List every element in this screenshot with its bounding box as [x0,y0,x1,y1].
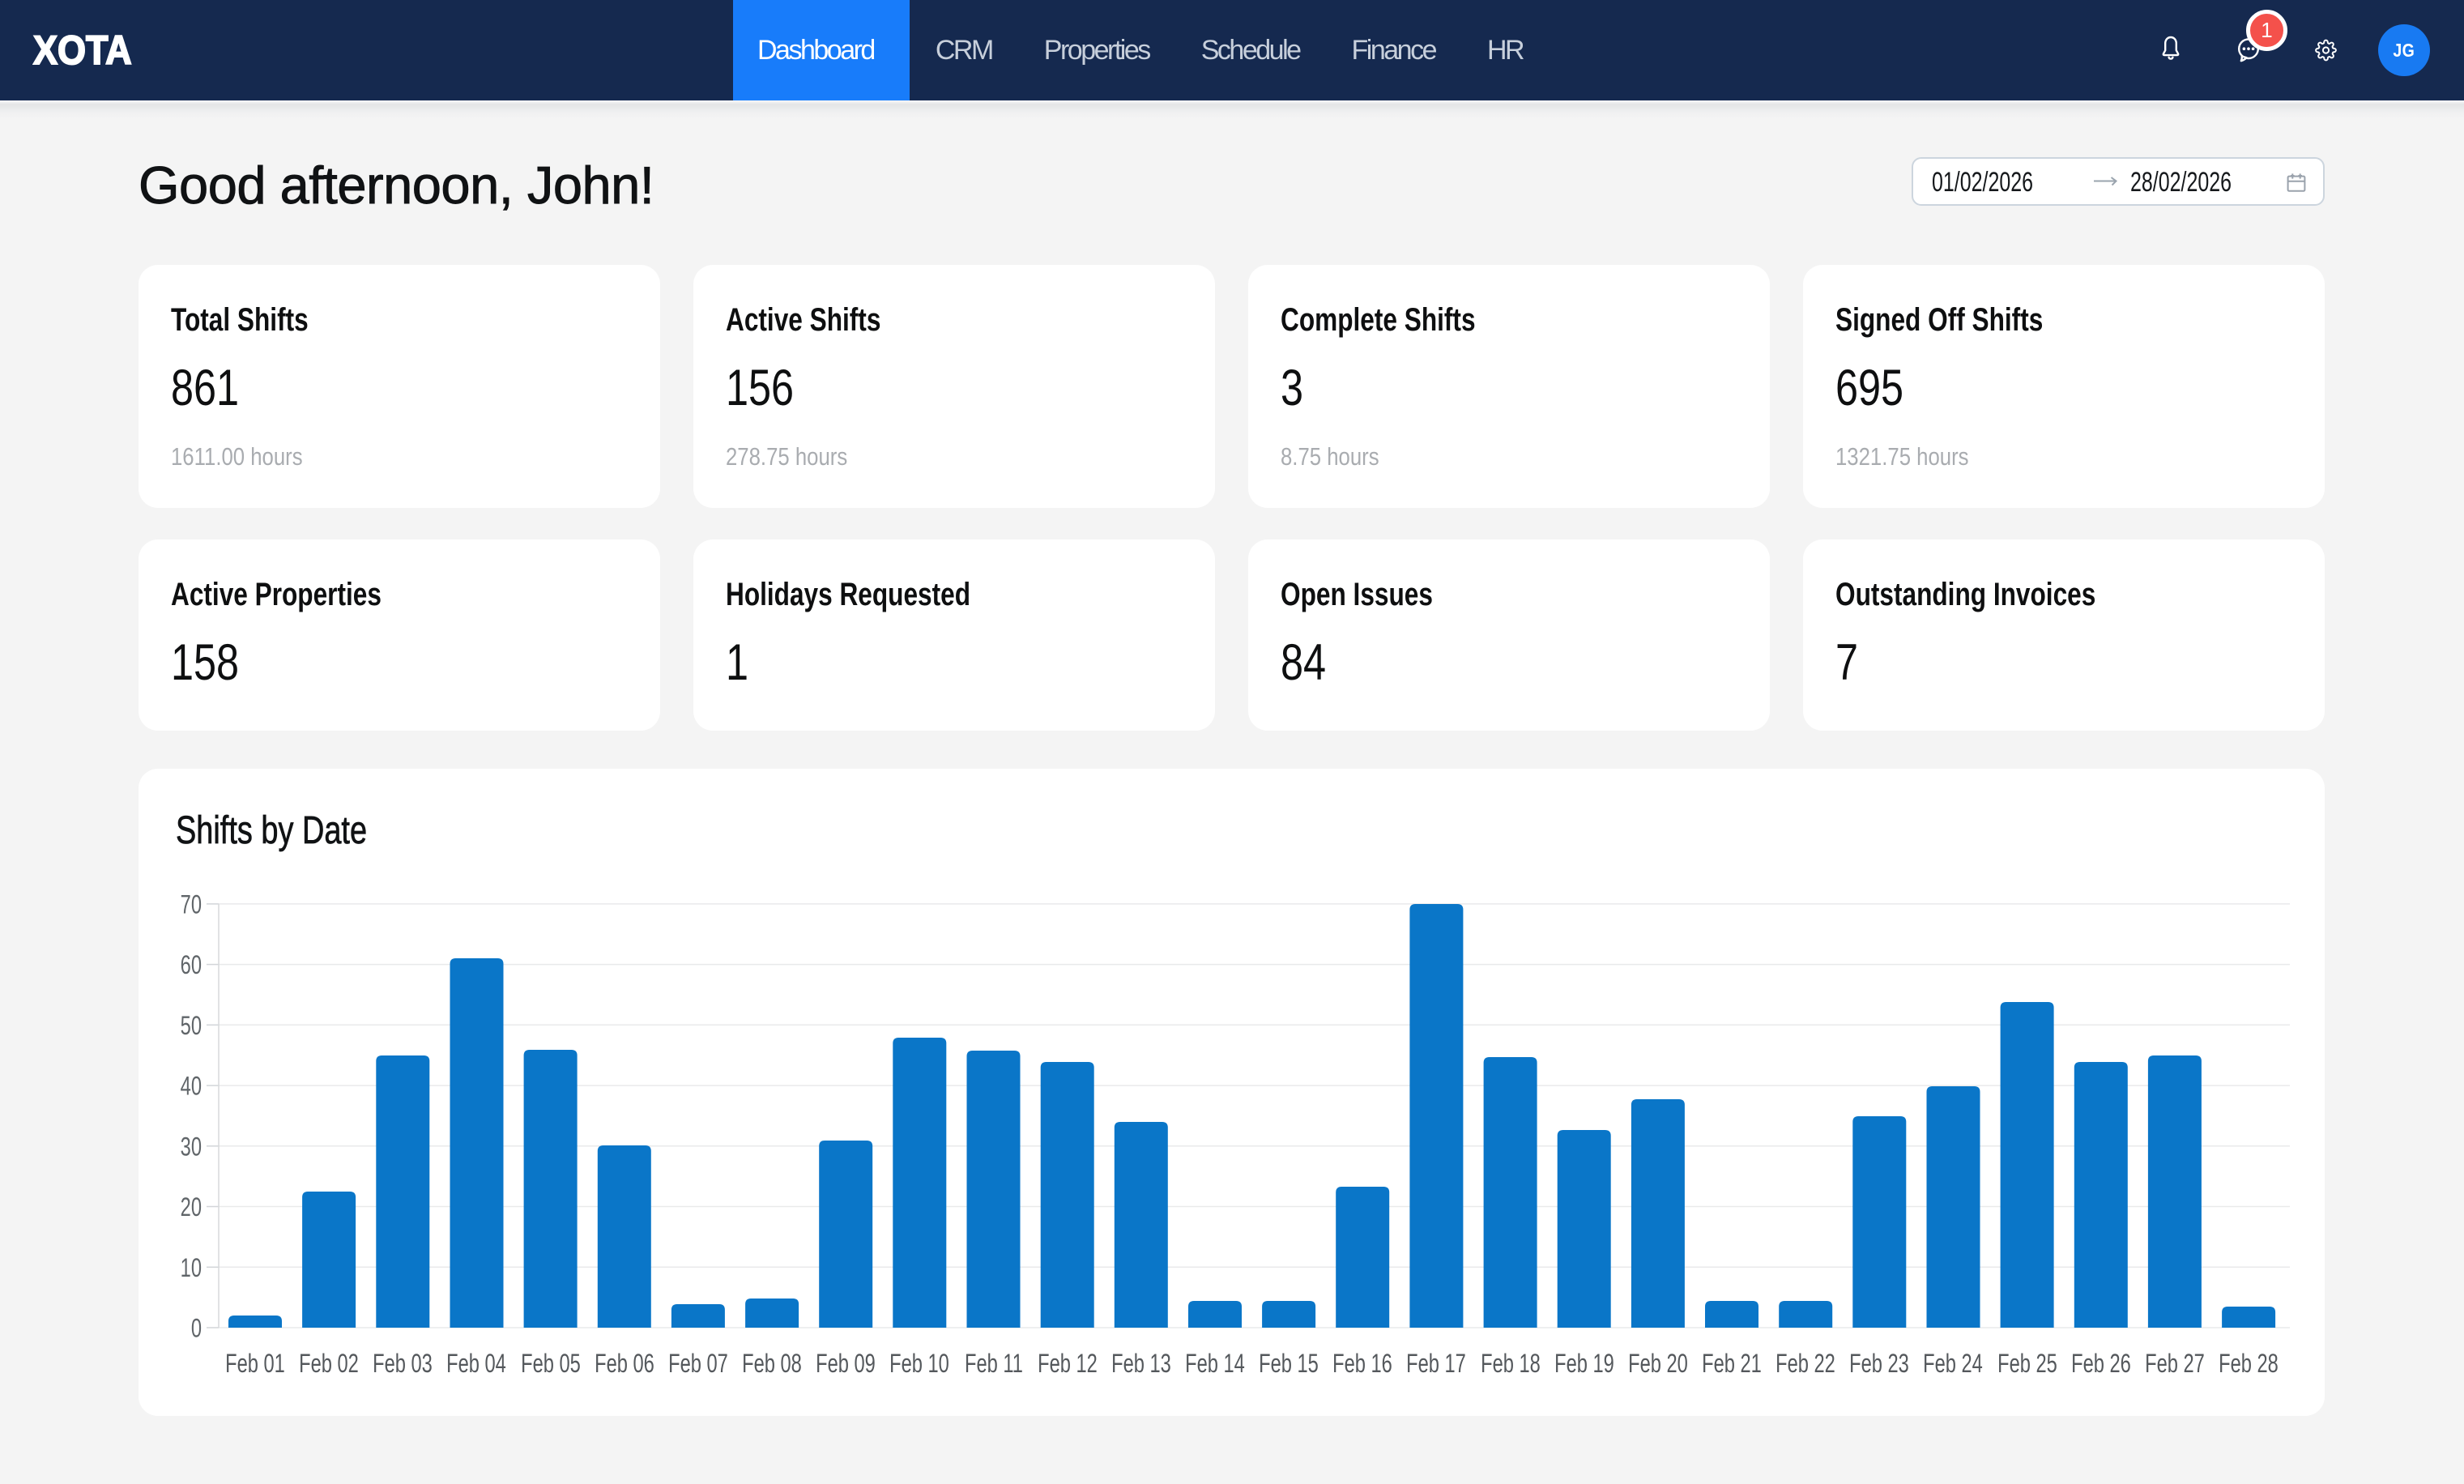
svg-text:Feb 10: Feb 10 [889,1350,949,1378]
svg-text:Feb 02: Feb 02 [299,1350,359,1378]
svg-text:Feb 20: Feb 20 [1628,1350,1688,1378]
svg-text:30: 30 [181,1132,202,1161]
svg-text:Feb 08: Feb 08 [742,1350,802,1378]
svg-text:Feb 24: Feb 24 [1923,1350,1983,1378]
svg-text:10: 10 [181,1253,202,1281]
svg-text:70: 70 [181,890,202,919]
svg-text:Feb 12: Feb 12 [1038,1350,1098,1378]
svg-text:Feb 18: Feb 18 [1481,1350,1541,1378]
svg-text:Feb 04: Feb 04 [446,1350,506,1378]
svg-text:Feb 07: Feb 07 [668,1350,728,1378]
svg-text:Feb 22: Feb 22 [1776,1350,1835,1378]
svg-text:40: 40 [181,1072,202,1100]
svg-text:60: 60 [181,951,202,979]
svg-text:Feb 03: Feb 03 [373,1350,433,1378]
svg-text:Feb 28: Feb 28 [2219,1350,2279,1378]
svg-text:Feb 15: Feb 15 [1259,1350,1319,1378]
svg-text:Feb 19: Feb 19 [1554,1350,1614,1378]
svg-text:Feb 26: Feb 26 [2071,1350,2131,1378]
svg-text:Feb 25: Feb 25 [1997,1350,2057,1378]
svg-text:Feb 05: Feb 05 [521,1350,581,1378]
svg-text:50: 50 [181,1011,202,1039]
svg-text:20: 20 [181,1193,202,1222]
svg-text:0: 0 [191,1314,202,1342]
svg-text:Feb 23: Feb 23 [1849,1350,1909,1378]
svg-text:Feb 17: Feb 17 [1406,1350,1466,1378]
svg-text:Feb 27: Feb 27 [2145,1350,2205,1378]
svg-text:Feb 11: Feb 11 [965,1350,1023,1378]
svg-text:Feb 16: Feb 16 [1332,1350,1392,1378]
svg-text:Feb 01: Feb 01 [225,1350,285,1378]
svg-text:Feb 14: Feb 14 [1185,1350,1245,1378]
svg-text:Feb 06: Feb 06 [595,1350,654,1378]
svg-text:Feb 21: Feb 21 [1702,1350,1762,1378]
svg-text:Feb 09: Feb 09 [816,1350,876,1378]
svg-text:Feb 13: Feb 13 [1111,1350,1171,1378]
